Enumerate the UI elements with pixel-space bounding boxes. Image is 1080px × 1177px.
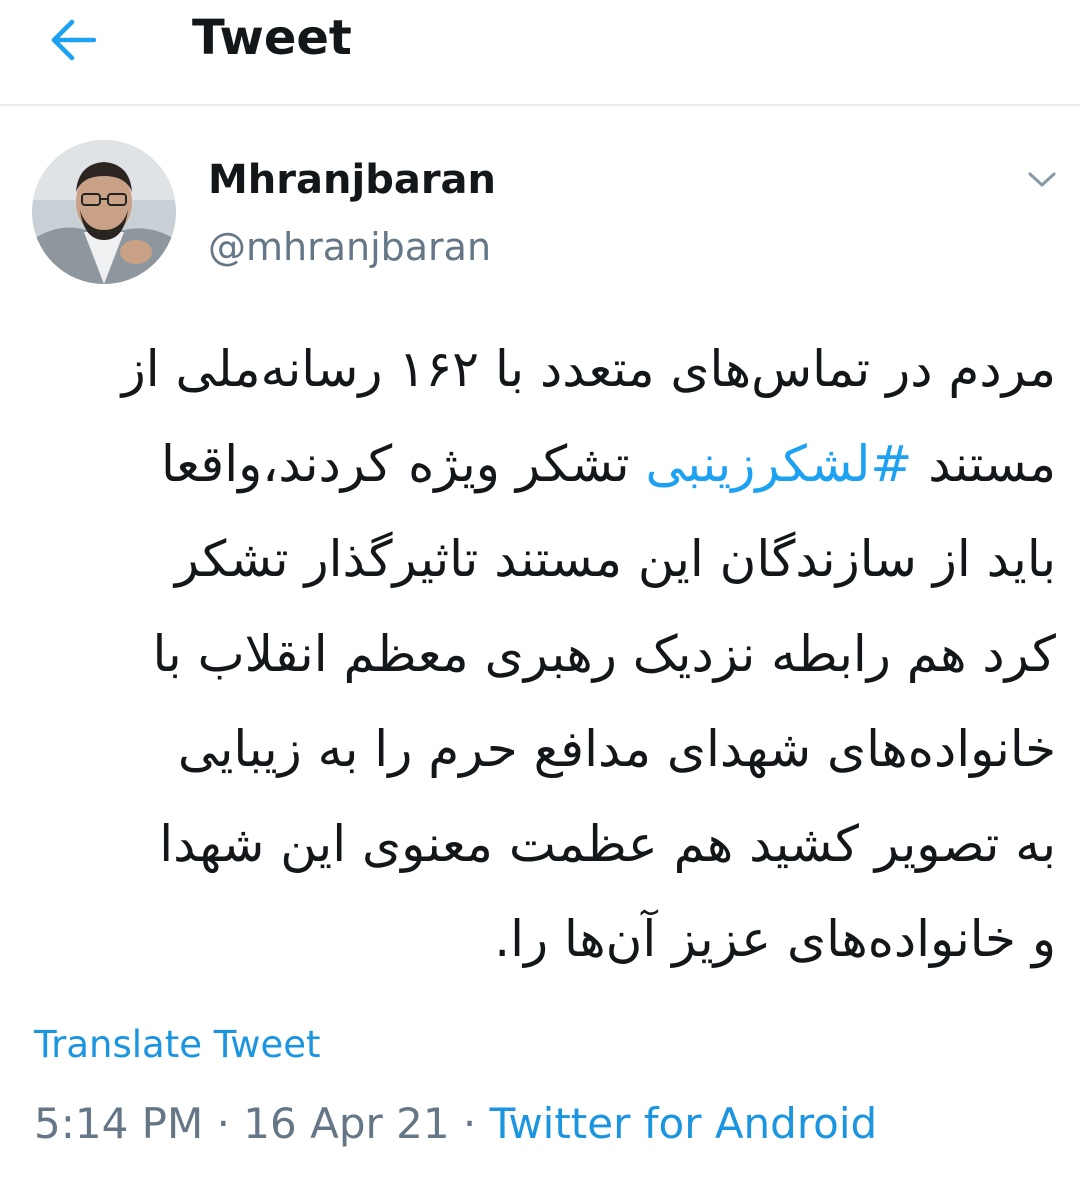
page-title: Tweet bbox=[192, 10, 352, 66]
tweet-options-button[interactable] bbox=[1018, 160, 1066, 200]
tweet-time: 5:14 PM bbox=[34, 1099, 204, 1148]
hashtag-link[interactable]: #لشکرزینبی bbox=[645, 435, 912, 493]
avatar[interactable] bbox=[32, 140, 176, 284]
author-handle[interactable]: @mhranjbaran bbox=[208, 222, 491, 272]
tweet-line: مردم در تماس‌های متعدد با ۱۶۲ رسانه‌ملی … bbox=[121, 340, 1056, 398]
tweet-line-text: مستند bbox=[912, 435, 1056, 493]
top-app-bar: Tweet bbox=[0, 0, 1080, 106]
tweet-line: باید از سازندگان این مستند تاثیرگذار تشک… bbox=[174, 530, 1056, 588]
tweet-line: به تصویر کشید هم عظمت معنوی این شهدا bbox=[159, 815, 1056, 873]
tweet-line: کرد هم رابطه نزدیک رهبری معظم انقلاب با bbox=[152, 625, 1056, 683]
tweet-line: مستند #لشکرزینبی تشکر ویژه کردند،واقعا bbox=[30, 417, 1056, 512]
author-display-name[interactable]: Mhranjbaran bbox=[208, 154, 496, 206]
tweet-date: 16 Apr 21 bbox=[243, 1099, 450, 1148]
meta-separator: · bbox=[449, 1099, 490, 1148]
chevron-down-icon bbox=[1028, 172, 1056, 187]
tweet-line: و خانواده‌های عزیز آن‌ها را. bbox=[494, 910, 1056, 968]
tweet-source-link[interactable]: Twitter for Android bbox=[490, 1099, 878, 1148]
tweet-line: خانواده‌های شهدای مدافع حرم را به زیبایی bbox=[177, 720, 1056, 778]
back-button[interactable] bbox=[44, 10, 104, 70]
arrow-left-icon bbox=[51, 19, 97, 61]
translate-tweet-link[interactable]: Translate Tweet bbox=[34, 1020, 321, 1070]
tweet-text: مردم در تماس‌های متعدد با ۱۶۲ رسانه‌ملی … bbox=[30, 322, 1056, 987]
meta-separator: · bbox=[203, 1099, 244, 1148]
tweet-line-text: تشکر ویژه کردند،واقعا bbox=[160, 435, 646, 493]
tweet-meta: 5:14 PM · 16 Apr 21 · Twitter for Androi… bbox=[34, 1096, 877, 1152]
